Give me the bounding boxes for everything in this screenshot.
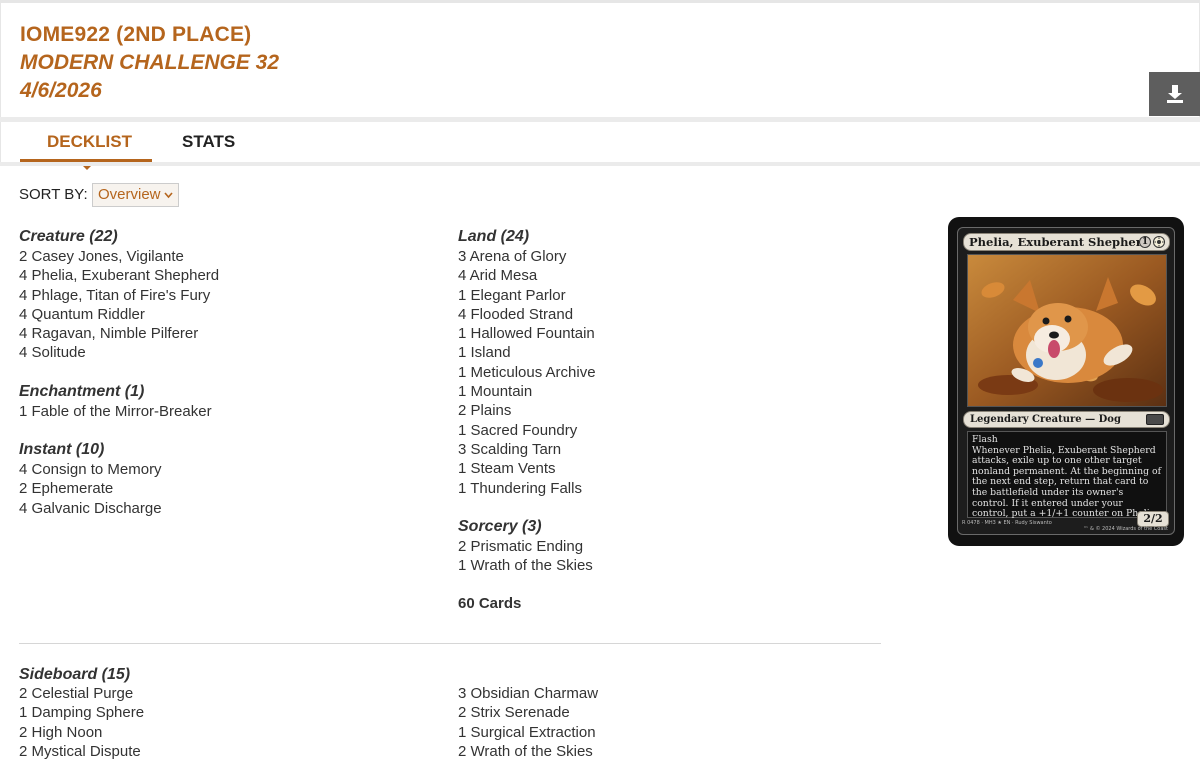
card-group-instant: Instant (10) 4 Consign to Memory 2 Ephem… xyxy=(19,440,419,518)
card-line[interactable]: 2 Prismatic Ending xyxy=(458,537,878,556)
card-frame: Phelia, Exuberant Shepherd 1 Legendary C… xyxy=(957,227,1175,535)
card-group-enchantment: Enchantment (1) 1 Fable of the Mirror-Br… xyxy=(19,382,419,421)
section-band-lower xyxy=(0,162,1200,166)
deck-total: 60 Cards xyxy=(458,595,522,613)
card-line[interactable]: 4 Solitude xyxy=(19,343,419,362)
group-title: Land (24) xyxy=(458,228,530,245)
group-title: Creature (22) xyxy=(19,228,118,245)
tab-stats[interactable]: STATS xyxy=(182,132,235,152)
generic-mana-icon: 1 xyxy=(1139,236,1151,248)
deck-header: IOME922 (2ND PLACE) MODERN CHALLENGE 32 … xyxy=(0,3,1200,118)
card-line[interactable]: 1 Sacred Foundry xyxy=(458,421,878,440)
card-line[interactable]: 2 Wrath of the Skies xyxy=(458,742,598,761)
card-line[interactable]: 4 Phelia, Exuberant Shepherd xyxy=(19,266,419,285)
deck-date: 4/6/2026 xyxy=(20,79,102,102)
decklist-left-column: Creature (22) 2 Casey Jones, Vigilante 4… xyxy=(19,227,419,537)
card-line[interactable]: 4 Quantum Riddler xyxy=(19,305,419,324)
card-line[interactable]: 1 Fable of the Mirror-Breaker xyxy=(19,402,419,421)
card-line[interactable]: 2 High Noon xyxy=(19,723,144,742)
card-type-line: Legendary Creature — Dog xyxy=(963,411,1170,428)
card-line[interactable]: 4 Ragavan, Nimble Pilferer xyxy=(19,324,419,343)
card-footer-copyright: ™ & © 2024 Wizards of the Coast xyxy=(1083,526,1168,532)
card-line[interactable]: 1 Steam Vents xyxy=(458,459,878,478)
decklist-right-column: Land (24) 3 Arena of Glory 4 Arid Mesa 1… xyxy=(458,227,878,614)
card-line[interactable]: 3 Arena of Glory xyxy=(458,247,878,266)
card-rules-text: Whenever Phelia, Exuberant Shepherd atta… xyxy=(972,444,1162,520)
card-keyword: Flash xyxy=(972,434,998,445)
card-line[interactable]: 4 Galvanic Discharge xyxy=(19,499,419,518)
sort-by-label: SORT BY: xyxy=(19,186,88,203)
card-line[interactable]: 4 Consign to Memory xyxy=(19,460,419,479)
card-line[interactable]: 1 Damping Sphere xyxy=(19,703,144,722)
card-line[interactable]: 3 Scalding Tarn xyxy=(458,440,878,459)
deck-event: MODERN CHALLENGE 32 xyxy=(20,51,280,74)
card-line[interactable]: 1 Island xyxy=(458,343,878,362)
sideboard-right-column: 3 Obsidian Charmaw 2 Strix Serenade 1 Su… xyxy=(458,684,598,761)
download-button[interactable] xyxy=(1149,72,1200,116)
card-line[interactable]: 1 Mountain xyxy=(458,382,878,401)
card-line[interactable]: 2 Casey Jones, Vigilante xyxy=(19,247,419,266)
card-group-sorcery: Sorcery (3) 2 Prismatic Ending 1 Wrath o… xyxy=(458,517,878,576)
card-line[interactable]: 4 Arid Mesa xyxy=(458,266,878,285)
card-art xyxy=(967,254,1167,407)
card-line[interactable]: 4 Flooded Strand xyxy=(458,305,878,324)
sideboard-divider xyxy=(19,643,881,644)
card-footer-collector-info: R 0478 · MH3 ★ EN · Rudy Siswanto xyxy=(962,520,1052,526)
card-type-text: Legendary Creature — Dog xyxy=(970,414,1121,425)
sideboard-title: Sideboard (15) xyxy=(19,666,131,683)
card-line[interactable]: 2 Plains xyxy=(458,401,878,420)
card-name-bar: Phelia, Exuberant Shepherd 1 xyxy=(963,233,1170,251)
tab-bar: DECKLIST STATS xyxy=(0,122,1200,170)
card-line[interactable]: 1 Meticulous Archive xyxy=(458,363,878,382)
card-line[interactable]: 2 Mystical Dispute xyxy=(19,742,144,761)
card-group-creature: Creature (22) 2 Casey Jones, Vigilante 4… xyxy=(19,227,419,363)
sort-by-value: Overview xyxy=(98,186,161,203)
card-line[interactable]: 1 Thundering Falls xyxy=(458,479,878,498)
sideboard-left-column: 2 Celestial Purge 1 Damping Sphere 2 Hig… xyxy=(19,684,144,761)
card-line[interactable]: 1 Hallowed Fountain xyxy=(458,324,878,343)
card-line[interactable]: 2 Ephemerate xyxy=(19,479,419,498)
card-preview[interactable]: Phelia, Exuberant Shepherd 1 Legendary C… xyxy=(948,217,1184,546)
card-rules-text-box: Flash Whenever Phelia, Exuberant Shepher… xyxy=(967,431,1167,520)
card-line[interactable]: 1 Wrath of the Skies xyxy=(458,556,878,575)
card-line[interactable]: 1 Surgical Extraction xyxy=(458,723,598,742)
deck-title: IOME922 (2ND PLACE) xyxy=(20,23,252,46)
card-group-land: Land (24) 3 Arena of Glory 4 Arid Mesa 1… xyxy=(458,227,878,498)
set-symbol-icon xyxy=(1146,414,1164,425)
card-power-toughness: 2/2 xyxy=(1137,511,1169,527)
download-icon xyxy=(1166,85,1183,103)
group-title: Enchantment (1) xyxy=(19,382,145,400)
tab-decklist[interactable]: DECKLIST xyxy=(47,132,132,152)
group-title: Sorcery (3) xyxy=(458,517,542,535)
card-line[interactable]: 4 Phlage, Titan of Fire's Fury xyxy=(19,286,419,305)
card-line[interactable]: 2 Celestial Purge xyxy=(19,684,144,703)
chevron-down-icon xyxy=(164,184,173,214)
white-mana-icon xyxy=(1153,236,1165,248)
card-line[interactable]: 3 Obsidian Charmaw xyxy=(458,684,598,703)
mana-cost: 1 xyxy=(1139,236,1165,248)
card-line[interactable]: 2 Strix Serenade xyxy=(458,703,598,722)
sort-by-select[interactable]: Overview xyxy=(92,183,179,207)
card-name: Phelia, Exuberant Shepherd xyxy=(969,235,1150,249)
group-title: Instant (10) xyxy=(19,441,105,459)
card-line[interactable]: 1 Elegant Parlor xyxy=(458,286,878,305)
